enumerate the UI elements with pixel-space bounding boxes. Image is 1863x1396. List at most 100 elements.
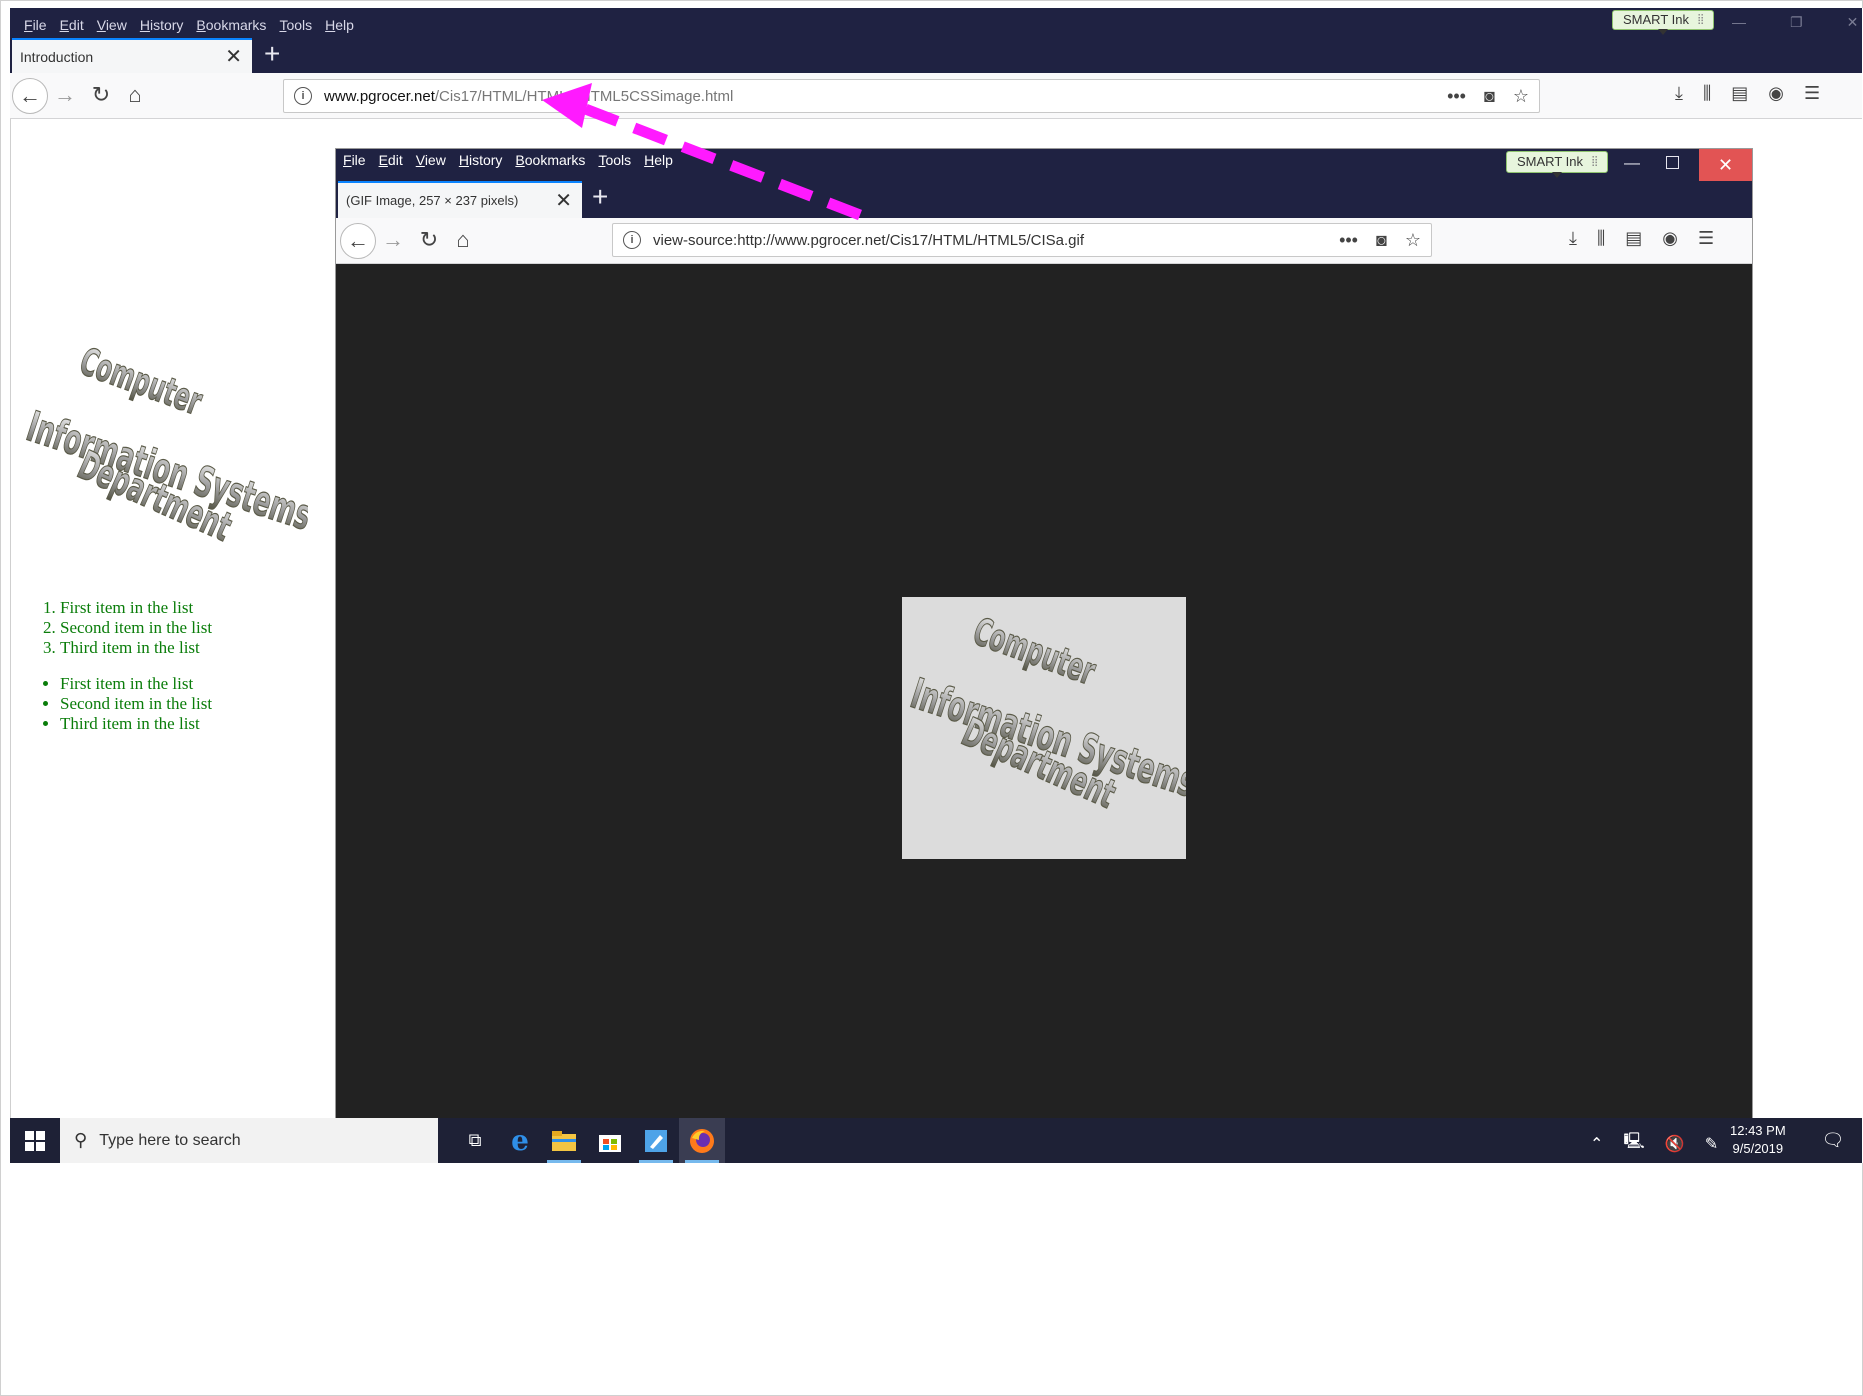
start-button[interactable] (10, 1118, 60, 1163)
menu-view[interactable]: View (416, 152, 446, 168)
search-placeholder: Type here to search (99, 1131, 241, 1149)
menu-view[interactable]: View (97, 17, 127, 33)
new-tab-icon[interactable]: + (592, 181, 608, 213)
menu-edit[interactable]: Edit (379, 152, 403, 168)
home-icon[interactable]: ⌂ (448, 225, 478, 255)
menu-help[interactable]: Help (644, 152, 673, 168)
menu-edit[interactable]: Edit (60, 17, 84, 33)
app-running-indicator (685, 1160, 719, 1163)
tab-title: (GIF Image, 257 × 237 pixels) (346, 193, 519, 208)
sidebar-icon[interactable]: ▤ (1625, 228, 1642, 249)
smart-ink-label: SMART Ink (1517, 154, 1583, 169)
restore-icon[interactable]: ❐ (1790, 14, 1803, 31)
list-item: First item in the list (60, 674, 212, 694)
hamburger-menu-icon[interactable]: ☰ (1698, 228, 1714, 249)
taskbar-search-box[interactable]: ⚲ Type here to search (60, 1118, 438, 1163)
minimize-icon[interactable]: — (1732, 14, 1746, 31)
show-hidden-icons-chevron-icon[interactable]: ⌃ (1590, 1134, 1603, 1154)
pocket-icon[interactable]: ◙ (1376, 230, 1387, 251)
minimize-icon[interactable]: — (1624, 155, 1640, 173)
info-icon[interactable]: i (623, 231, 641, 249)
new-tab-icon[interactable]: + (264, 38, 280, 70)
menu-file[interactable]: File (343, 152, 366, 168)
pen-icon[interactable]: ✎ (1705, 1134, 1718, 1154)
menu-tools[interactable]: Tools (279, 17, 312, 33)
close-window-icon[interactable]: ✕ (1699, 149, 1752, 181)
reload-icon[interactable]: ↻ (86, 80, 116, 110)
file-explorer-icon[interactable] (541, 1118, 587, 1163)
list-item: Second item in the list (60, 694, 212, 714)
home-icon[interactable]: ⌂ (120, 80, 150, 110)
inner-title-bar: File Edit View History Bookmarks Tools H… (336, 149, 1752, 218)
menu-help[interactable]: Help (325, 17, 354, 33)
account-icon[interactable]: ◉ (1662, 228, 1678, 249)
menu-history[interactable]: History (459, 152, 503, 168)
caret-down-icon (1552, 172, 1563, 178)
outer-window-controls: — ❐ ✕ (1732, 14, 1858, 31)
tab-introduction[interactable]: Introduction ✕ (12, 38, 252, 73)
inner-url-bar[interactable]: i view-source:http://www.pgrocer.net/Cis… (612, 223, 1432, 257)
library-icon[interactable]: ⫼ (1597, 228, 1605, 249)
system-tray: ⌃ 🖳 🔇 ✎ (1590, 1130, 1718, 1157)
page-lists: First item in the list Second item in th… (40, 598, 212, 734)
menu-tools[interactable]: Tools (598, 152, 631, 168)
menu-bookmarks[interactable]: Bookmarks (196, 17, 266, 33)
action-center-icon[interactable]: 🗨 (1810, 1118, 1856, 1163)
close-icon[interactable]: ✕ (1847, 14, 1859, 31)
tab-gif-image[interactable]: (GIF Image, 257 × 237 pixels) ✕ (338, 181, 582, 218)
url-path: /Cis17/HTML/HTML5/HTML5CSSimage.html (434, 87, 734, 105)
close-tab-icon[interactable]: ✕ (555, 188, 572, 213)
task-view-icon[interactable]: ⧉ (452, 1118, 498, 1163)
notes-app-icon[interactable] (633, 1118, 679, 1163)
library-icon[interactable]: ⫼ (1703, 83, 1711, 104)
clock-date: 9/5/2019 (1732, 1141, 1784, 1156)
windows-logo-icon (25, 1130, 45, 1151)
page-actions-icon[interactable]: ••• (1447, 86, 1466, 107)
caret-down-icon (1658, 29, 1669, 35)
account-icon[interactable]: ◉ (1768, 83, 1784, 104)
url-text[interactable]: view-source:http://www.pgrocer.net/Cis17… (653, 232, 1339, 249)
volume-muted-icon[interactable]: 🔇 (1665, 1134, 1685, 1154)
forward-icon[interactable]: → (378, 225, 408, 255)
reload-icon[interactable]: ↻ (414, 225, 444, 255)
pocket-icon[interactable]: ◙ (1484, 86, 1495, 107)
info-icon[interactable]: i (294, 87, 312, 105)
firefox-icon[interactable] (679, 1118, 725, 1163)
url-text[interactable]: www.pgrocer.net/Cis17/HTML/HTML5/HTML5CS… (324, 88, 1447, 105)
grip-icon: ⣿ (1696, 14, 1704, 25)
menu-bookmarks[interactable]: Bookmarks (515, 152, 585, 168)
back-icon[interactable]: ← (12, 78, 48, 114)
smart-ink-label: SMART Ink (1623, 12, 1689, 27)
url-domain: www.pgrocer.net (324, 87, 435, 105)
outer-url-bar[interactable]: i www.pgrocer.net/Cis17/HTML/HTML5/HTML5… (283, 79, 1540, 113)
tab-title: Introduction (20, 48, 94, 65)
close-tab-icon[interactable]: ✕ (225, 44, 242, 69)
menu-history[interactable]: History (140, 17, 184, 33)
bookmark-star-icon[interactable]: ☆ (1405, 230, 1421, 251)
inner-browser-window: File Edit View History Bookmarks Tools H… (336, 149, 1752, 1119)
outer-title-bar: File Edit View History Bookmarks Tools H… (10, 8, 1862, 73)
grip-icon: ⣿ (1590, 156, 1598, 167)
smart-ink-toolbar[interactable]: SMART Ink ⣿ (1506, 151, 1609, 178)
outer-right-tools: ⤓ ⫼ ▤ ◉ ☰ (1675, 83, 1820, 104)
taskbar-clock[interactable]: 12:43 PM 9/5/2019 (1730, 1122, 1786, 1158)
edge-browser-icon[interactable]: e (497, 1118, 543, 1163)
downloads-icon[interactable]: ⤓ (1675, 83, 1683, 104)
sidebar-icon[interactable]: ▤ (1731, 83, 1748, 104)
bookmark-star-icon[interactable]: ☆ (1513, 86, 1529, 107)
page-actions-icon[interactable]: ••• (1339, 230, 1358, 251)
list-item: First item in the list (60, 598, 212, 618)
back-icon[interactable]: ← (340, 223, 376, 259)
app-running-indicator (547, 1160, 581, 1163)
menu-file[interactable]: File (24, 17, 47, 33)
url-actions: ••• ◙ ☆ (1447, 86, 1529, 107)
maximize-icon[interactable] (1666, 156, 1679, 169)
network-icon[interactable]: 🖳 (1623, 1130, 1644, 1157)
downloads-icon[interactable]: ⤓ (1569, 228, 1577, 249)
forward-icon[interactable]: → (50, 80, 80, 110)
store-icon[interactable] (587, 1118, 633, 1163)
outer-menu-bar: File Edit View History Bookmarks Tools H… (24, 17, 354, 33)
hamburger-menu-icon[interactable]: ☰ (1804, 83, 1820, 104)
ordered-list: First item in the list Second item in th… (40, 598, 212, 658)
smart-ink-toolbar[interactable]: SMART Ink ⣿ (1612, 10, 1715, 35)
